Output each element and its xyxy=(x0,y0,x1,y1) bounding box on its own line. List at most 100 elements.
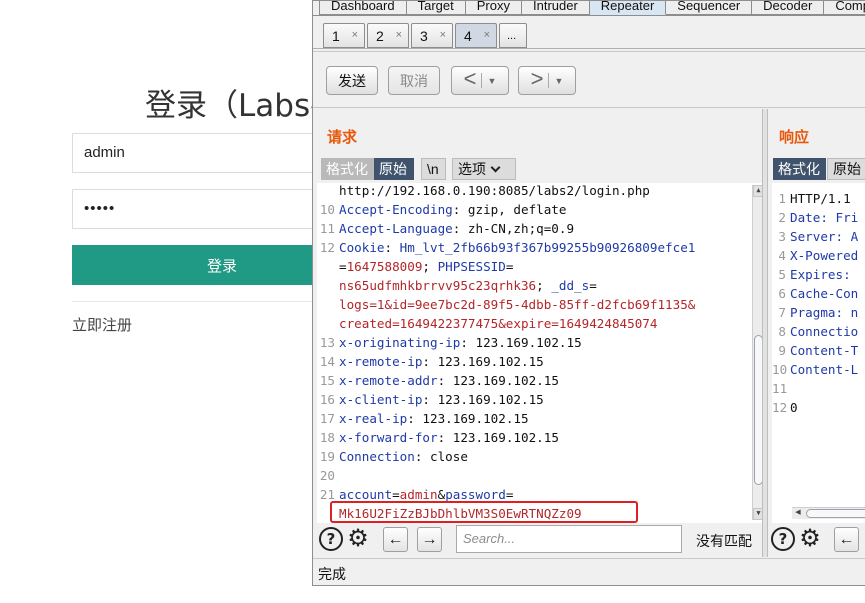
login-title: 登录（Labs- xyxy=(145,88,322,124)
help-icon[interactable]: ? xyxy=(771,527,795,551)
tabs-rule xyxy=(313,15,865,16)
equals: = xyxy=(505,487,514,502)
line-number: 11 xyxy=(319,221,335,236)
help-icon[interactable]: ? xyxy=(319,527,343,551)
close-icon[interactable]: × xyxy=(440,29,446,41)
close-icon[interactable]: × xyxy=(484,29,490,41)
vertical-scrollbar[interactable]: ▲ ▼ xyxy=(752,185,762,520)
response-line: 7 Pragma: n xyxy=(772,303,858,322)
equals: = xyxy=(392,487,400,502)
colon: : xyxy=(460,335,476,350)
line-text: Connectio xyxy=(790,324,859,339)
gear-icon[interactable]: ⚙ xyxy=(797,526,823,552)
close-icon[interactable]: × xyxy=(352,29,358,41)
scroll-up-icon[interactable]: ▲ xyxy=(753,185,762,197)
split-divider[interactable] xyxy=(762,109,768,557)
request-raw-button[interactable]: 原始 xyxy=(374,158,414,180)
chevron-left-icon: < xyxy=(463,66,477,91)
request-line: 18 x-forward-for: 123.169.102.15 xyxy=(317,428,559,447)
response-line: 3 Server: A xyxy=(772,227,858,246)
line-number: 12 xyxy=(772,400,788,415)
chevron-right-icon: > xyxy=(530,66,544,91)
line-text: Date: Fri xyxy=(790,210,859,225)
history-back-button[interactable]: < ▼ xyxy=(451,66,509,95)
request-editor[interactable]: http://192.168.0.190:8085/labs2/login.ph… xyxy=(317,183,762,523)
close-icon[interactable]: × xyxy=(396,29,402,41)
equals: = xyxy=(505,259,514,274)
request-newline-toggle[interactable]: \n xyxy=(421,158,446,180)
tab-sequencer[interactable]: Sequencer xyxy=(666,1,753,15)
cookie-name: PHPSESSID xyxy=(437,259,506,274)
line-text: Server: A xyxy=(790,229,859,244)
header-value: 123.169.102.15 xyxy=(437,354,544,369)
line-number: 3 xyxy=(778,229,786,244)
response-raw-button[interactable]: 原始 xyxy=(827,158,865,180)
arrow-left-icon: ← xyxy=(387,530,404,548)
dropdown-arrow-icon[interactable]: ▼ xyxy=(554,76,563,86)
line-number: 7 xyxy=(778,305,786,320)
line-text: Content-L xyxy=(790,362,859,377)
tab-comparer[interactable]: Compar xyxy=(824,1,865,15)
separator xyxy=(548,73,550,88)
tab-decoder[interactable]: Decoder xyxy=(752,1,825,15)
search-prev-button[interactable]: ← xyxy=(834,527,859,552)
sub-tab-label: 3 xyxy=(420,27,428,44)
arrow-right-icon: → xyxy=(421,530,438,548)
gear-icon[interactable]: ⚙ xyxy=(345,526,371,552)
response-pretty-button[interactable]: 格式化 xyxy=(773,158,826,180)
cancel-button[interactable]: 取消 xyxy=(388,66,440,95)
request-options-dropdown[interactable]: 选项 xyxy=(452,158,516,180)
line-number: 9 xyxy=(778,343,786,358)
line-text: Content-T xyxy=(790,343,859,358)
chevron-down-icon xyxy=(490,162,501,172)
response-line: 9 Content-T xyxy=(772,341,858,360)
header-value: 123.169.102.15 xyxy=(452,430,559,445)
colon: : xyxy=(422,354,438,369)
tab-dashboard[interactable]: Dashboard xyxy=(319,1,407,15)
header-value: gzip, deflate xyxy=(467,202,567,217)
scroll-thumb[interactable] xyxy=(806,509,865,518)
colon: : xyxy=(414,449,430,464)
response-line: 6 Cache-Con xyxy=(772,284,858,303)
semicolon: ; xyxy=(536,278,552,293)
search-next-button[interactable]: → xyxy=(417,527,442,552)
scroll-down-icon[interactable]: ▼ xyxy=(753,508,762,520)
sub-tab-1[interactable]: 1 × xyxy=(323,23,365,48)
sub-tab-2[interactable]: 2 × xyxy=(367,23,409,48)
line-number: 13 xyxy=(319,335,335,350)
header-value: 123.169.102.15 xyxy=(422,411,529,426)
scroll-thumb[interactable] xyxy=(754,335,762,485)
send-button[interactable]: 发送 xyxy=(326,66,378,95)
sub-tab-3[interactable]: 3 × xyxy=(411,23,453,48)
search-input[interactable]: Search... xyxy=(456,525,682,553)
header-value: zh-CN,zh;q=0.9 xyxy=(467,221,575,236)
horizontal-scrollbar[interactable]: ◀ xyxy=(792,507,865,519)
line-number: 12 xyxy=(319,240,335,255)
history-forward-button[interactable]: > ▼ xyxy=(518,66,576,95)
tab-intruder[interactable]: Intruder xyxy=(521,1,590,15)
request-line: 17 x-real-ip: 123.169.102.15 xyxy=(317,409,529,428)
tab-repeater[interactable]: Repeater xyxy=(589,1,667,15)
tab-target[interactable]: Target xyxy=(406,1,466,15)
search-prev-button[interactable]: ← xyxy=(383,527,408,552)
line-number: 15 xyxy=(319,373,335,388)
colon: : xyxy=(422,392,438,407)
tab-proxy[interactable]: Proxy xyxy=(465,1,522,15)
status-bar xyxy=(313,558,865,585)
response-line: 10 Content-L xyxy=(772,360,858,379)
colon: : xyxy=(437,430,453,445)
dropdown-arrow-icon[interactable]: ▼ xyxy=(487,76,496,86)
request-pretty-button[interactable]: 格式化 xyxy=(321,158,374,180)
sub-tab-4[interactable]: 4 × xyxy=(455,23,497,48)
semicolon: ; xyxy=(422,259,438,274)
response-editor[interactable]: 1 HTTP/1.1 2 Date: Fri 3 Server: A 4 X-Power… xyxy=(772,183,865,523)
cookie-value: logs=1&id=9ee7bc2d-89f5-4dbb-85ff-d2fcb6… xyxy=(339,297,696,312)
header-key: x-forward-for xyxy=(339,430,438,445)
colon: : xyxy=(452,221,468,236)
request-line: 11 Accept-Language: zh-CN,zh;q=0.9 xyxy=(317,219,574,238)
burp-window: Dashboard Target Proxy Intruder Repeater… xyxy=(312,0,865,586)
scroll-left-icon[interactable]: ◀ xyxy=(792,508,804,519)
new-tab-button[interactable]: ... xyxy=(499,23,527,48)
register-link[interactable]: 立即注册 xyxy=(72,314,132,335)
sub-tab-label: 2 xyxy=(376,27,384,44)
